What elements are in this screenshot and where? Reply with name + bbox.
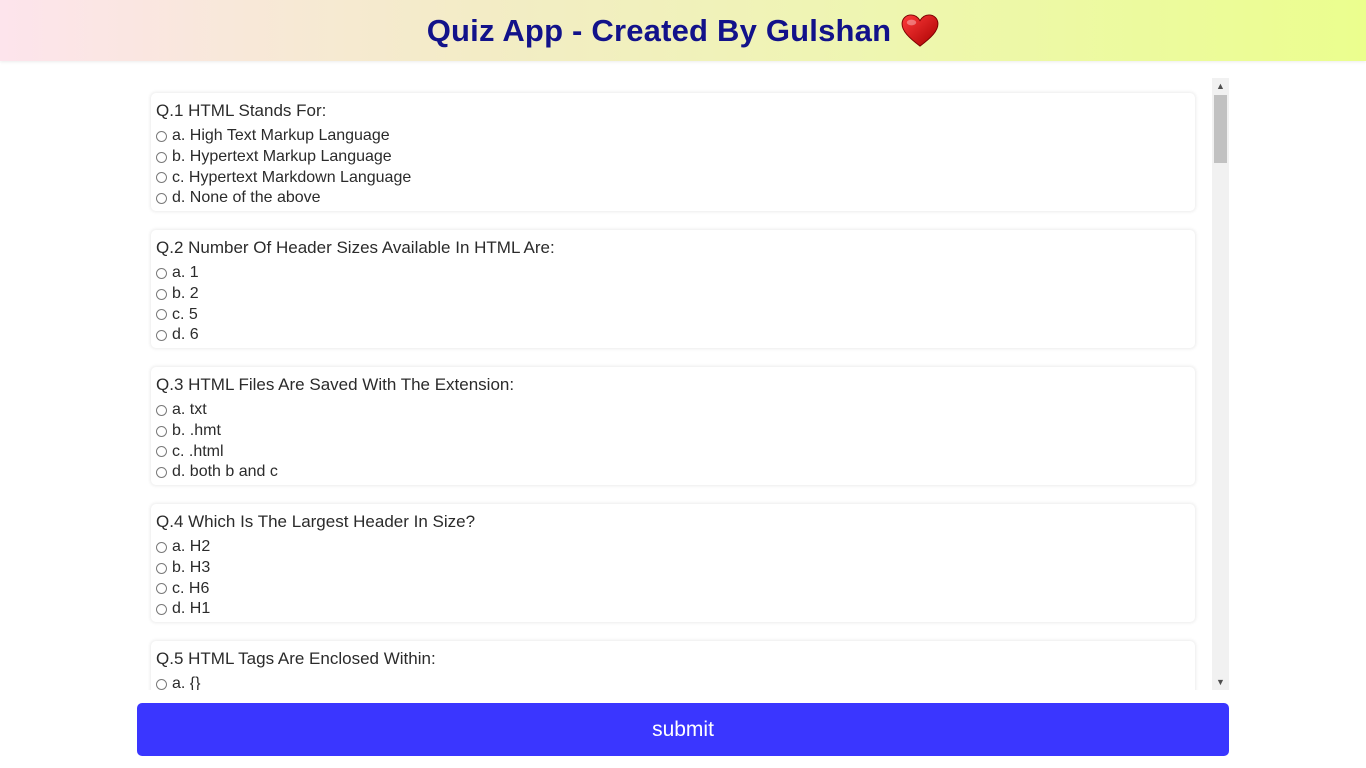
option-4c[interactable]: c. H6 <box>156 578 210 599</box>
option-2a[interactable]: a. 1 <box>156 263 199 284</box>
option-label: d. 6 <box>172 326 199 344</box>
question-card-1: Q.1 HTML Stands For: a. High Text Markup… <box>151 93 1195 211</box>
question-card-5: Q.5 HTML Tags Are Enclosed Within: a. {} <box>151 641 1195 690</box>
app-header: Quiz App - Created By Gulshan <box>0 0 1366 61</box>
option-3d[interactable]: d. both b and c <box>156 462 278 483</box>
option-1b[interactable]: b. Hypertext Markup Language <box>156 147 411 168</box>
scrollbar-thumb[interactable] <box>1214 95 1227 163</box>
vertical-scrollbar[interactable]: ▲ ▼ <box>1212 78 1229 690</box>
question-card-3: Q.3 HTML Files Are Saved With The Extens… <box>151 367 1195 485</box>
option-label: c. .html <box>172 442 224 460</box>
option-1a[interactable]: a. High Text Markup Language <box>156 126 411 147</box>
submit-button[interactable]: submit <box>137 703 1229 756</box>
radio-button[interactable] <box>156 130 167 142</box>
question-list: Q.1 HTML Stands For: a. High Text Markup… <box>148 78 1200 690</box>
question-text: Q.5 HTML Tags Are Enclosed Within: <box>156 649 436 668</box>
option-label: a. {} <box>172 675 201 690</box>
option-1c[interactable]: c. Hypertext Markdown Language <box>156 167 411 188</box>
radio-button[interactable] <box>156 151 167 163</box>
option-label: d. None of the above <box>172 189 321 207</box>
option-label: a. High Text Markup Language <box>172 127 390 145</box>
question-text: Q.1 HTML Stands For: <box>156 101 327 120</box>
question-text: Q.2 Number Of Header Sizes Available In … <box>156 238 555 257</box>
radio-button[interactable] <box>156 678 167 690</box>
question-text: Q.3 HTML Files Are Saved With The Extens… <box>156 375 515 394</box>
radio-button[interactable] <box>156 446 167 458</box>
option-label: c. Hypertext Markdown Language <box>172 168 412 186</box>
option-label: c. 5 <box>172 305 198 323</box>
option-3a[interactable]: a. txt <box>156 400 278 421</box>
option-label: a. 1 <box>172 264 199 282</box>
option-list: a. txt b. .hmt c. .html d. both b and c <box>156 400 278 483</box>
app-title: Quiz App - Created By Gulshan <box>426 12 892 48</box>
question-card-4: Q.4 Which Is The Largest Header In Size?… <box>151 504 1195 622</box>
radio-button[interactable] <box>156 466 167 478</box>
option-4d[interactable]: d. H1 <box>156 599 210 620</box>
option-label: a. txt <box>172 401 207 419</box>
option-label: c. H6 <box>172 579 210 597</box>
option-2d[interactable]: d. 6 <box>156 325 199 346</box>
option-label: a. H2 <box>172 538 211 556</box>
quiz-scroll-area[interactable]: Q.1 HTML Stands For: a. High Text Markup… <box>148 78 1230 690</box>
radio-button[interactable] <box>156 562 167 574</box>
radio-button[interactable] <box>156 267 167 279</box>
radio-button[interactable] <box>156 541 167 553</box>
option-label: b. H3 <box>172 559 211 577</box>
option-label: b. Hypertext Markup Language <box>172 148 392 166</box>
option-3c[interactable]: c. .html <box>156 441 278 462</box>
radio-button[interactable] <box>156 425 167 437</box>
radio-button[interactable] <box>156 172 167 184</box>
radio-button[interactable] <box>156 603 167 615</box>
option-list: a. 1 b. 2 c. 5 d. 6 <box>156 263 199 346</box>
option-list: a. {} <box>156 674 200 690</box>
option-2c[interactable]: c. 5 <box>156 304 199 325</box>
option-3b[interactable]: b. .hmt <box>156 421 278 442</box>
option-label: b. .hmt <box>172 422 221 440</box>
option-5a[interactable]: a. {} <box>156 674 200 690</box>
option-label: d. H1 <box>172 600 211 618</box>
scroll-down-arrow-icon[interactable]: ▼ <box>1212 674 1229 690</box>
heart-icon <box>901 13 939 47</box>
radio-button[interactable] <box>156 192 167 204</box>
radio-button[interactable] <box>156 404 167 416</box>
question-card-2: Q.2 Number Of Header Sizes Available In … <box>151 230 1195 348</box>
option-4b[interactable]: b. H3 <box>156 558 210 579</box>
option-label: d. both b and c <box>172 463 278 481</box>
option-1d[interactable]: d. None of the above <box>156 188 411 209</box>
radio-button[interactable] <box>156 309 167 321</box>
radio-button[interactable] <box>156 329 167 341</box>
option-list: a. H2 b. H3 c. H6 d. H1 <box>156 537 210 620</box>
scroll-up-arrow-icon[interactable]: ▲ <box>1212 78 1229 94</box>
radio-button[interactable] <box>156 583 167 595</box>
radio-button[interactable] <box>156 288 167 300</box>
option-4a[interactable]: a. H2 <box>156 537 210 558</box>
question-text: Q.4 Which Is The Largest Header In Size? <box>156 512 476 531</box>
option-list: a. High Text Markup Language b. Hypertex… <box>156 126 411 209</box>
option-2b[interactable]: b. 2 <box>156 284 199 305</box>
option-label: b. 2 <box>172 285 199 303</box>
